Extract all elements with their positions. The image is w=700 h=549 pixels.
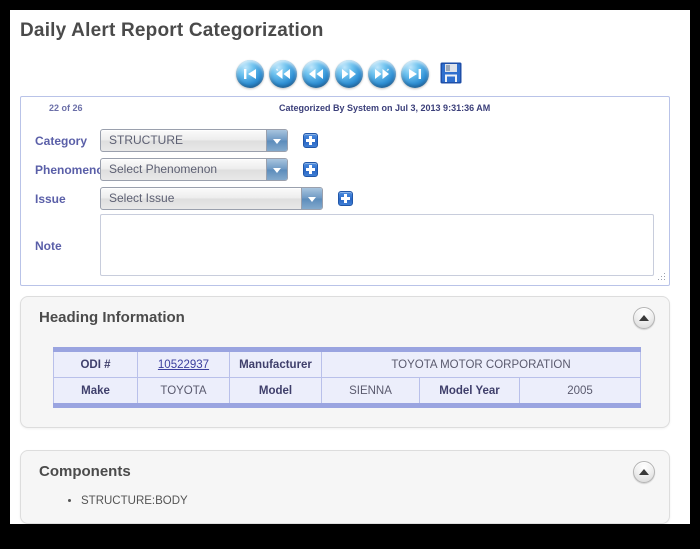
rewind-icon bbox=[308, 68, 324, 80]
record-navigation-toolbar bbox=[10, 60, 690, 88]
heading-information-table: ODI # 10522937 Manufacturer TOYOTA MOTOR… bbox=[53, 347, 641, 408]
first-record-button[interactable] bbox=[236, 60, 264, 88]
category-select-value: STRUCTURE bbox=[109, 133, 183, 147]
note-label: Note bbox=[35, 239, 62, 253]
model-year-label: Model Year bbox=[419, 377, 520, 406]
categorization-form-panel: 22 of 26 Categorized By System on Jul 3,… bbox=[20, 96, 670, 286]
list-item: STRUCTURE:BODY bbox=[81, 493, 188, 510]
categorized-by-status: Categorized By System on Jul 3, 2013 9:3… bbox=[279, 103, 491, 113]
add-phenomenon-button[interactable] bbox=[303, 162, 318, 177]
floppy-disk-save-icon bbox=[439, 61, 463, 88]
odi-number-value[interactable]: 10522937 bbox=[137, 349, 230, 378]
table-row: Make TOYOTA Model SIENNA Model Year 2005 bbox=[53, 377, 641, 406]
heading-information-collapse-button[interactable] bbox=[633, 307, 655, 329]
components-list: STRUCTURE:BODY bbox=[63, 493, 188, 510]
phenomenon-select-value: Select Phenomenon bbox=[109, 162, 218, 176]
components-panel: Components STRUCTURE:BODY bbox=[20, 450, 670, 524]
phenomenon-select[interactable]: Select Phenomenon bbox=[100, 158, 288, 181]
rewind-fast-icon bbox=[275, 68, 291, 80]
manufacturer-label: Manufacturer bbox=[229, 349, 322, 378]
fast-forward-icon bbox=[374, 68, 390, 80]
chevron-down-icon[interactable] bbox=[266, 130, 287, 151]
next-record-button[interactable] bbox=[335, 60, 363, 88]
make-value: TOYOTA bbox=[137, 377, 230, 406]
category-label: Category bbox=[35, 134, 88, 148]
add-issue-button[interactable] bbox=[338, 191, 353, 206]
jump-back-button[interactable] bbox=[269, 60, 297, 88]
add-category-button[interactable] bbox=[303, 133, 318, 148]
application-page: Daily Alert Report Categorization 22 of … bbox=[10, 10, 690, 524]
save-button[interactable] bbox=[438, 61, 464, 87]
make-label: Make bbox=[53, 377, 138, 406]
category-field-row: Category STRUCTURE bbox=[21, 129, 671, 153]
note-input[interactable] bbox=[100, 214, 654, 276]
manufacturer-value: TOYOTA MOTOR CORPORATION bbox=[321, 349, 641, 378]
heading-information-panel: Heading Information ODI # 10522937 Manuf… bbox=[20, 296, 670, 428]
previous-record-button[interactable] bbox=[302, 60, 330, 88]
screenshot-root: Daily Alert Report Categorization 22 of … bbox=[0, 0, 700, 549]
heading-information-title: Heading Information bbox=[39, 309, 185, 326]
odi-number-link[interactable]: 10522937 bbox=[158, 359, 209, 371]
forward-icon bbox=[341, 68, 357, 80]
issue-label: Issue bbox=[35, 192, 66, 206]
odi-number-label: ODI # bbox=[53, 349, 138, 378]
chevron-down-icon[interactable] bbox=[301, 188, 322, 209]
phenomenon-field-row: Phenomenon Select Phenomenon bbox=[21, 158, 671, 182]
chevron-down-icon[interactable] bbox=[266, 159, 287, 180]
record-counter: 22 of 26 bbox=[49, 103, 83, 113]
skip-to-start-icon bbox=[243, 68, 257, 80]
table-row: ODI # 10522937 Manufacturer TOYOTA MOTOR… bbox=[53, 349, 641, 378]
issue-select-value: Select Issue bbox=[109, 191, 175, 205]
components-collapse-button[interactable] bbox=[633, 461, 655, 483]
textarea-resize-handle-icon bbox=[658, 273, 665, 280]
issue-field-row: Issue Select Issue bbox=[21, 187, 671, 211]
model-value: SIENNA bbox=[321, 377, 420, 406]
components-title: Components bbox=[39, 463, 131, 480]
model-year-value: 2005 bbox=[519, 377, 641, 406]
skip-to-end-icon bbox=[408, 68, 422, 80]
last-record-button[interactable] bbox=[401, 60, 429, 88]
jump-forward-button[interactable] bbox=[368, 60, 396, 88]
model-label: Model bbox=[229, 377, 322, 406]
category-select[interactable]: STRUCTURE bbox=[100, 129, 288, 152]
page-title: Daily Alert Report Categorization bbox=[20, 20, 324, 41]
issue-select[interactable]: Select Issue bbox=[100, 187, 323, 210]
